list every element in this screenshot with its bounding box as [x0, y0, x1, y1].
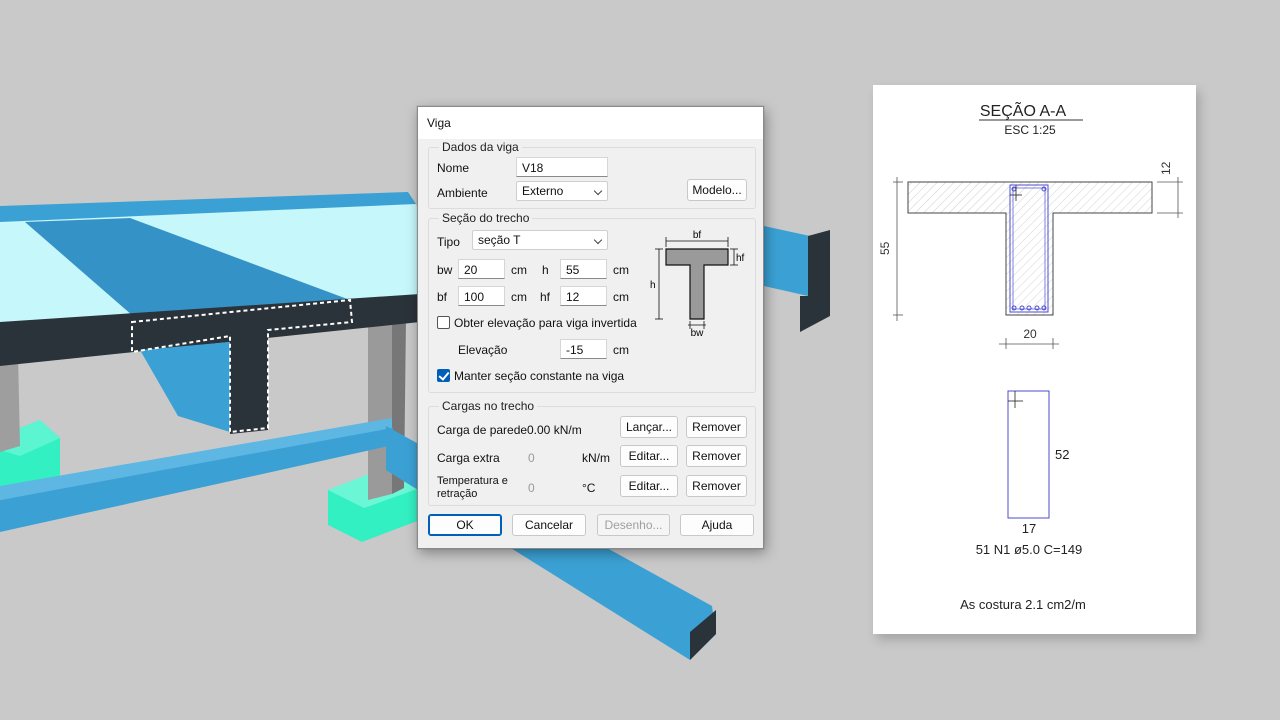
parede-label: Carga de parede [437, 423, 528, 437]
elevacao-unit: cm [613, 343, 629, 357]
stirrup-spec: 51 N1 ø5.0 C=149 [976, 542, 1083, 557]
dim-height: 55 [878, 241, 892, 255]
column-left [0, 354, 20, 452]
modelo-button[interactable]: Modelo... [687, 179, 747, 201]
section-drawing-sheet: SEÇÃO A-A ESC 1:25 55 12 20 52 17 51 N1 … [873, 85, 1196, 634]
section-drawing: SEÇÃO A-A ESC 1:25 55 12 20 52 17 51 N1 … [878, 100, 1183, 612]
hf-unit: cm [613, 290, 629, 304]
diagram-bw: bw [691, 328, 705, 337]
diagram-hf: hf [736, 253, 745, 264]
drawing-footer: As costura 2.1 cm2/m [960, 597, 1086, 612]
hf-label: hf [540, 290, 551, 304]
remover-extra-button[interactable]: Remover [686, 445, 747, 467]
diagram-bf: bf [693, 230, 702, 241]
elevacao-input[interactable] [560, 339, 607, 359]
tipo-select[interactable]: seção T [472, 230, 608, 250]
extra-input[interactable] [520, 447, 576, 467]
manter-secao-label: Manter seção constante na viga [454, 369, 625, 383]
bw-input[interactable] [458, 259, 505, 279]
ok-button[interactable]: OK [428, 514, 502, 536]
cancelar-button[interactable]: Cancelar [512, 514, 586, 536]
viga-dialog: Viga Dados da viga Nome Ambiente Externo… [417, 106, 764, 549]
chevron-down-icon [593, 235, 603, 245]
group-title: Cargas no trecho [439, 399, 538, 413]
group-title: Dados da viga [439, 140, 522, 154]
group-title: Seção do trecho [439, 211, 533, 225]
stirrup-detail [1007, 390, 1050, 519]
hf-input[interactable] [560, 286, 607, 306]
chevron-down-icon [593, 186, 603, 196]
beam-web-shade [140, 342, 230, 432]
remover-parede-button[interactable]: Remover [686, 416, 747, 438]
t-section-diagram: bf hf h bw [650, 230, 745, 337]
bw-unit: cm [511, 263, 527, 277]
extra-label: Carga extra [437, 451, 500, 465]
tipo-value: seção T [478, 233, 521, 247]
h-unit: cm [613, 263, 629, 277]
temp-unit: °C [582, 481, 596, 495]
desenho-button[interactable]: Desenho... [597, 514, 670, 536]
nome-input[interactable] [516, 157, 608, 177]
dialog-titlebar[interactable]: Viga [418, 107, 763, 139]
t-section-concrete [907, 181, 1153, 316]
ajuda-button[interactable]: Ajuda [680, 514, 754, 536]
dim-width: 20 [1023, 327, 1037, 341]
tipo-label: Tipo [437, 235, 460, 249]
h-label: h [542, 263, 549, 277]
elevacao-label: Elevação [458, 343, 508, 357]
bf-unit: cm [511, 290, 527, 304]
h-input[interactable] [560, 259, 607, 279]
column-right [368, 312, 392, 500]
selected-beam-web[interactable] [230, 326, 268, 434]
drawing-scale: ESC 1:25 [1004, 123, 1056, 137]
ambiente-label: Ambiente [437, 186, 488, 200]
dim-flange: 12 [1159, 161, 1173, 175]
ambiente-value: Externo [522, 184, 564, 198]
lancar-button[interactable]: Lançar... [620, 416, 678, 438]
stirrup-height: 52 [1055, 447, 1069, 462]
editar-extra-button[interactable]: Editar... [620, 445, 678, 467]
editar-temp-button[interactable]: Editar... [620, 475, 678, 497]
stirrup-width: 17 [1022, 521, 1036, 536]
temp-label-1: Temperatura e [437, 475, 508, 487]
side-beam [764, 226, 810, 296]
ambiente-select[interactable]: Externo [516, 181, 608, 201]
obter-elevacao-checkbox[interactable] [437, 316, 450, 329]
dialog-title: Viga [427, 116, 451, 130]
parede-value: 0.00 kN/m [527, 423, 582, 437]
bw-label: bw [437, 263, 453, 277]
temp-input[interactable] [520, 477, 576, 497]
nome-label: Nome [437, 161, 470, 175]
obter-elevacao-label: Obter elevação para viga invertida [454, 316, 637, 330]
drawing-title: SEÇÃO A-A [980, 100, 1067, 120]
temp-label-2: retração [437, 488, 478, 500]
bf-label: bf [437, 290, 448, 304]
diagram-h: h [650, 280, 656, 291]
remover-temp-button[interactable]: Remover [686, 475, 747, 497]
bf-input[interactable] [458, 286, 505, 306]
extra-unit: kN/m [582, 451, 610, 465]
manter-secao-checkbox[interactable] [437, 369, 450, 382]
